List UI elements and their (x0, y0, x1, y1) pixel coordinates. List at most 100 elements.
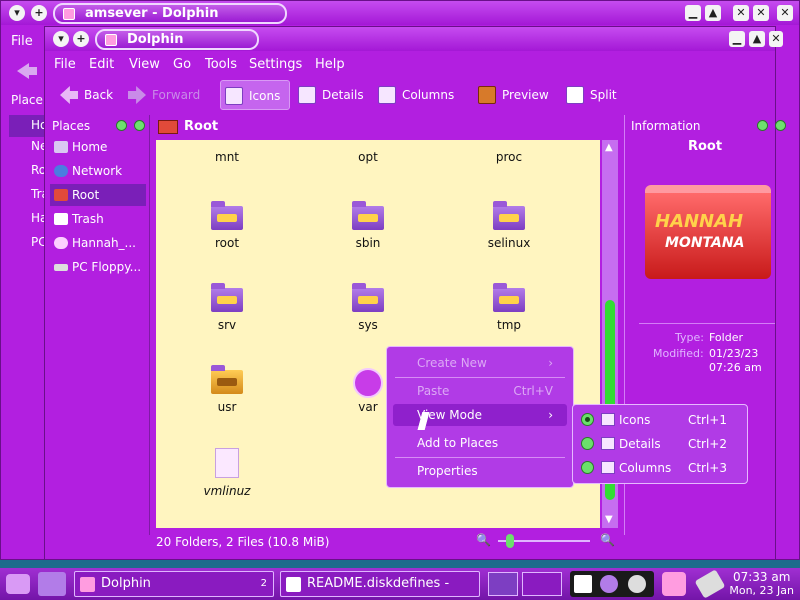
split-button[interactable]: Split (562, 80, 617, 110)
start-menu-icon[interactable] (6, 574, 30, 594)
folder-launcher-icon[interactable] (38, 572, 66, 596)
file-item-vmlinuz[interactable]: vmlinuz (177, 448, 277, 498)
float-panel-icon[interactable] (116, 120, 127, 131)
menu-icon[interactable]: ▾ (9, 5, 25, 21)
volume-icon[interactable] (600, 575, 618, 593)
sticky-icon[interactable]: + (73, 31, 89, 47)
kate-task-icon (286, 577, 301, 592)
radio-icon (581, 437, 594, 450)
clipboard-icon[interactable] (574, 575, 592, 593)
close-icon[interactable]: ✕ (733, 5, 749, 21)
forward-button[interactable]: Forward (124, 80, 200, 110)
gear-icon[interactable] (628, 575, 646, 593)
maximize-icon[interactable]: ▲ (705, 5, 721, 21)
menu-help[interactable]: Help (315, 57, 345, 72)
menu-view[interactable]: View (129, 57, 160, 72)
scroll-down-icon[interactable]: ▼ (605, 514, 613, 525)
menu-file[interactable]: File (54, 57, 76, 72)
window-menu-icon[interactable]: ▾ (53, 31, 69, 47)
menu-edit[interactable]: Edit (89, 57, 114, 72)
place-hannah[interactable]: Hannah_... (50, 232, 146, 254)
file-item-selinux[interactable]: selinux (459, 201, 559, 250)
clock-date: Mon, 23 Jan (729, 584, 794, 597)
back-button[interactable]: Back (56, 80, 113, 110)
radio-selected-icon (581, 413, 594, 426)
maximize-icon[interactable]: ▲ (749, 31, 765, 47)
hardware-icon[interactable] (662, 572, 686, 596)
columns-view-button[interactable]: Columns (374, 80, 454, 110)
minimize-icon[interactable]: ▁ (685, 5, 701, 21)
view-mode-submenu: Icons Ctrl+1 Details Ctrl+2 Columns Ctrl+3 (572, 404, 748, 484)
menu-properties[interactable]: Properties (393, 460, 567, 482)
root-location-icon (158, 120, 178, 134)
icons-view-button[interactable]: Icons (220, 80, 290, 110)
menu-settings[interactable]: Settings (249, 57, 302, 72)
file-item-tmp[interactable]: tmp (459, 283, 559, 332)
folder-icon (493, 283, 525, 312)
view-mode-details[interactable]: Details Ctrl+2 (577, 433, 745, 455)
float-panel-icon[interactable] (757, 120, 768, 131)
view-mode-icons[interactable]: Icons Ctrl+1 (577, 409, 745, 431)
task-dolphin[interactable]: Dolphin 2 (74, 571, 274, 597)
file-item-srv[interactable]: srv (177, 283, 277, 332)
file-item-proc[interactable]: proc (459, 144, 559, 164)
preview-button[interactable]: Preview (474, 80, 549, 110)
preview-icon (478, 86, 496, 104)
folder-icon (211, 283, 243, 312)
details-list-icon (601, 437, 615, 450)
back-menu-file[interactable]: File (11, 34, 33, 49)
trash-icon (54, 213, 68, 225)
close-icon-2[interactable]: ✕ (753, 5, 769, 21)
place-home[interactable]: Home (50, 136, 146, 158)
pager-icon[interactable] (488, 572, 518, 596)
modified-time: 07:26 am (709, 361, 762, 374)
file-item-usr[interactable]: usr (177, 365, 277, 414)
menu-paste[interactable]: Paste Ctrl+V (393, 380, 567, 402)
info-divider (639, 323, 775, 324)
minimize-icon[interactable]: ▁ (729, 31, 745, 47)
clock-time: 07:33 am (732, 570, 791, 584)
details-view-button[interactable]: Details (294, 80, 364, 110)
file-item-root[interactable]: root (177, 201, 277, 250)
menu-tools[interactable]: Tools (205, 57, 237, 72)
location-label: Root (184, 119, 219, 134)
desktop-grid-icon[interactable] (522, 572, 562, 596)
place-trash[interactable]: Trash (50, 208, 146, 230)
folder-icon (352, 283, 384, 312)
place-floppy[interactable]: PC Floppy... (50, 256, 146, 278)
zoom-in-icon[interactable]: 🔍 (600, 533, 615, 547)
close-icon-3[interactable]: ✕ (777, 5, 793, 21)
window-title: Dolphin (95, 29, 259, 50)
zoom-out-icon[interactable]: 🔍 (476, 533, 491, 547)
place-root[interactable]: Root (50, 184, 146, 206)
root-folder-icon (54, 189, 68, 201)
menu-create-new[interactable]: Create New › (393, 352, 567, 374)
sticky-icon[interactable]: + (31, 5, 47, 21)
split-icon (566, 86, 584, 104)
file-item-sbin[interactable]: sbin (318, 201, 418, 250)
columns-icon (378, 86, 396, 104)
close-panel-icon[interactable] (134, 120, 145, 131)
task-kate[interactable]: README.diskdefines - Kate (280, 571, 480, 597)
view-mode-columns[interactable]: Columns Ctrl+3 (577, 457, 745, 479)
back-window-titlebar[interactable]: ▾ + amsever - Dolphin ▁ ▲ ✕ ✕ ✕ (1, 1, 799, 25)
window-titlebar[interactable]: ▾ + Dolphin ▁ ▲ ✕ (45, 27, 783, 51)
close-panel-icon[interactable] (775, 120, 786, 131)
zoom-slider[interactable] (498, 534, 590, 548)
zoom-slider-handle[interactable] (506, 534, 514, 548)
folder-icon (211, 201, 243, 230)
place-network[interactable]: Network (50, 160, 146, 182)
battery-icon[interactable] (694, 569, 726, 599)
scroll-up-icon[interactable]: ▲ (605, 142, 613, 153)
file-item-mnt[interactable]: mnt (177, 144, 277, 164)
back-place-0[interactable]: Ho (9, 115, 47, 137)
file-item-sys[interactable]: sys (318, 283, 418, 332)
file-item-opt[interactable]: opt (318, 144, 418, 164)
back-arrow-icon[interactable] (17, 63, 37, 79)
clock[interactable]: 07:33 am Mon, 23 Jan (729, 570, 794, 597)
menu-add-to-places[interactable]: Add to Places (393, 432, 567, 454)
info-panel-header: Information (631, 115, 786, 137)
home-icon (54, 141, 68, 153)
close-icon[interactable]: ✕ (769, 31, 783, 47)
menu-go[interactable]: Go (173, 57, 191, 72)
